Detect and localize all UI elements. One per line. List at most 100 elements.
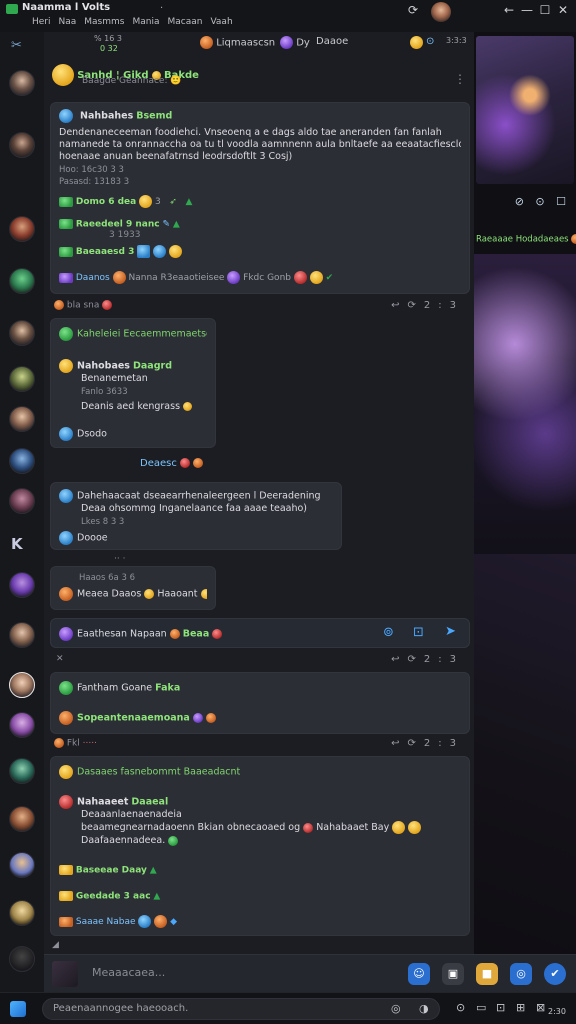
- reaction-row[interactable]: Baeaaesd 3: [59, 245, 182, 258]
- rail-avatar[interactable]: [9, 946, 35, 972]
- send-button[interactable]: ✔: [544, 963, 566, 985]
- menu-item[interactable]: Macaan: [167, 17, 202, 27]
- media-image[interactable]: [476, 36, 574, 184]
- rail-avatar[interactable]: [9, 488, 35, 514]
- rail-avatar[interactable]: [9, 406, 35, 432]
- menu-item[interactable]: Masmms: [84, 17, 124, 27]
- channel-code: % 16 3: [94, 34, 122, 43]
- taskbar-search[interactable]: Peaenaannogee haeooach. ◎ ◑: [42, 998, 440, 1020]
- send-icon[interactable]: ➤: [445, 624, 456, 639]
- reaction-row[interactable]: Domo 6 dea 3 ➶ ▲: [59, 195, 192, 208]
- count-label: 2:3: [423, 300, 464, 311]
- reaction-row[interactable]: Geedade 3 aac ▲: [59, 891, 160, 902]
- rail-avatar[interactable]: [9, 448, 35, 474]
- start-icon[interactable]: [10, 1001, 26, 1017]
- refresh-icon: ⟳: [407, 300, 424, 311]
- rail-avatar[interactable]: [9, 672, 35, 698]
- rail-avatar[interactable]: [9, 366, 35, 392]
- card-heading: Fantham Goane Faka: [59, 681, 461, 695]
- message-author-line: Nahbahes Bsemd: [59, 109, 461, 123]
- more-options-icon[interactable]: ⋮: [454, 72, 466, 86]
- tray-icon[interactable]: ⊞: [516, 1001, 525, 1014]
- compose-avatar[interactable]: [52, 961, 78, 987]
- message-text: Meaea Daaos Haaoant: [59, 587, 207, 601]
- message-input[interactable]: Meaaacaea...: [92, 966, 165, 979]
- message-card: Nahbahes Bsemd Dendenaneceeman foodiehci…: [50, 102, 470, 294]
- clock: 2:30: [548, 1007, 566, 1016]
- close-icon[interactable]: ✕: [556, 3, 570, 17]
- compose-bar: Meaaacaea... ☺ ▣ ■ ◎ ✔: [44, 954, 576, 992]
- reaction-row[interactable]: Daanos Nanna R3eaaotieisee Fkdc Gonb ✔: [59, 271, 333, 284]
- author-avatar[interactable]: [52, 64, 74, 86]
- message-list: Sanhd ¦ Gikd Bakde Baagde Geannace: 🙂 ⋮ …: [44, 54, 474, 954]
- reply-icon: ↩: [391, 654, 408, 665]
- rail-avatar[interactable]: [9, 622, 35, 648]
- rail-logo-icon[interactable]: ✂: [11, 38, 22, 53]
- channel-tab[interactable]: Daaoe: [316, 36, 348, 47]
- rail-avatar[interactable]: [9, 216, 35, 242]
- rail-avatar[interactable]: [9, 712, 35, 738]
- message-meta: Hoo: 16c30 3 3: [59, 165, 124, 175]
- voice-icon[interactable]: ◎: [391, 1002, 401, 1015]
- rail-avatar[interactable]: [9, 132, 35, 158]
- menu-item[interactable]: Vaah: [210, 17, 232, 27]
- message-bar[interactable]: Eaathesan Napaan Beaa ⊚ ⊡ ➤: [50, 618, 470, 648]
- rail-avatar[interactable]: [9, 572, 35, 598]
- message-text: hoenaae anuan beenafatrnsd leodrsdoftlt …: [59, 151, 293, 162]
- camera-icon[interactable]: ⊡: [413, 625, 424, 640]
- rail-avatar[interactable]: [9, 758, 35, 784]
- maximize-icon[interactable]: ☐: [538, 3, 552, 17]
- media-icon: ⊙: [535, 195, 549, 208]
- tray-icon[interactable]: ⊠: [536, 1001, 545, 1014]
- message-action-strip: bla sna ↩⟳2:3: [54, 300, 470, 314]
- message-text: Benanemetan: [81, 373, 148, 384]
- menu-item[interactable]: Heri: [32, 17, 51, 27]
- media-image[interactable]: [474, 554, 576, 992]
- count-label: 2:3: [423, 654, 464, 665]
- rail-avatar[interactable]: [9, 268, 35, 294]
- reaction-row[interactable]: Baseeae Daay ▲: [59, 865, 157, 876]
- tray-icon[interactable]: ⊡: [496, 1001, 505, 1014]
- rail-avatar[interactable]: [9, 320, 35, 346]
- refresh-icon[interactable]: ⟳: [406, 3, 420, 17]
- floating-label[interactable]: Deaesc: [140, 458, 204, 469]
- message-text: Dsodo: [59, 427, 207, 441]
- rail-k-icon[interactable]: K: [11, 535, 23, 553]
- minimize-icon[interactable]: —: [520, 3, 534, 17]
- channel-emoji[interactable]: [410, 36, 423, 49]
- card-heading: Dasaaes fasnebommt Baaeadacnt: [59, 765, 461, 779]
- rail-avatar[interactable]: [9, 806, 35, 832]
- emoji-icon: [280, 36, 293, 49]
- refresh-icon: ⟳: [407, 654, 424, 665]
- author-avatar[interactable]: [59, 109, 73, 123]
- message-group-header: Sanhd ¦ Gikd Bakde Baagde Geannace: 🙂: [52, 64, 199, 86]
- channel-tab[interactable]: Dy: [280, 36, 310, 49]
- close-icon[interactable]: ✕: [56, 654, 64, 664]
- sticker-button[interactable]: ■: [476, 963, 498, 985]
- menu-bar: Heri Naa Masmms Mania Macaan Vaah: [32, 17, 233, 27]
- channel-code-sub: 0 32: [100, 44, 118, 53]
- rail-avatar[interactable]: [9, 852, 35, 878]
- emoji-button[interactable]: ☺: [408, 963, 430, 985]
- media-image[interactable]: [474, 254, 576, 554]
- refresh-icon: ⟳: [407, 738, 424, 749]
- settings-icon[interactable]: ◑: [419, 1002, 429, 1015]
- reaction-row[interactable]: Raeedeel 9 nanc ✎ ▲ 3 1933: [59, 219, 180, 240]
- tray-icon[interactable]: ▭: [476, 1001, 486, 1014]
- rail-avatar[interactable]: [9, 900, 35, 926]
- tray-icon[interactable]: ⊙: [456, 1001, 465, 1014]
- taskbar: Peaenaannogee haeooach. ◎ ◑ ⊙ ▭ ⊡ ⊞ ⊠ 2:…: [0, 992, 576, 1024]
- back-icon[interactable]: ←: [502, 3, 516, 17]
- scroll-hint-icon: ◢: [52, 940, 59, 950]
- menu-item[interactable]: Naa: [59, 17, 77, 27]
- channel-tab[interactable]: Liqmaascsn: [200, 36, 275, 49]
- attach-button[interactable]: ◎: [510, 963, 532, 985]
- media-controls[interactable]: ⊘ ⊙ ☐: [474, 195, 576, 215]
- reaction-row[interactable]: Saaae Nabae ◆: [59, 915, 177, 928]
- gif-button[interactable]: ▣: [442, 963, 464, 985]
- channel-settings-icon[interactable]: ⊙: [426, 36, 434, 47]
- menu-item[interactable]: Mania: [132, 17, 159, 27]
- mic-icon[interactable]: ⊚: [383, 625, 394, 640]
- rail-avatar[interactable]: [9, 70, 35, 96]
- user-avatar[interactable]: [431, 2, 451, 22]
